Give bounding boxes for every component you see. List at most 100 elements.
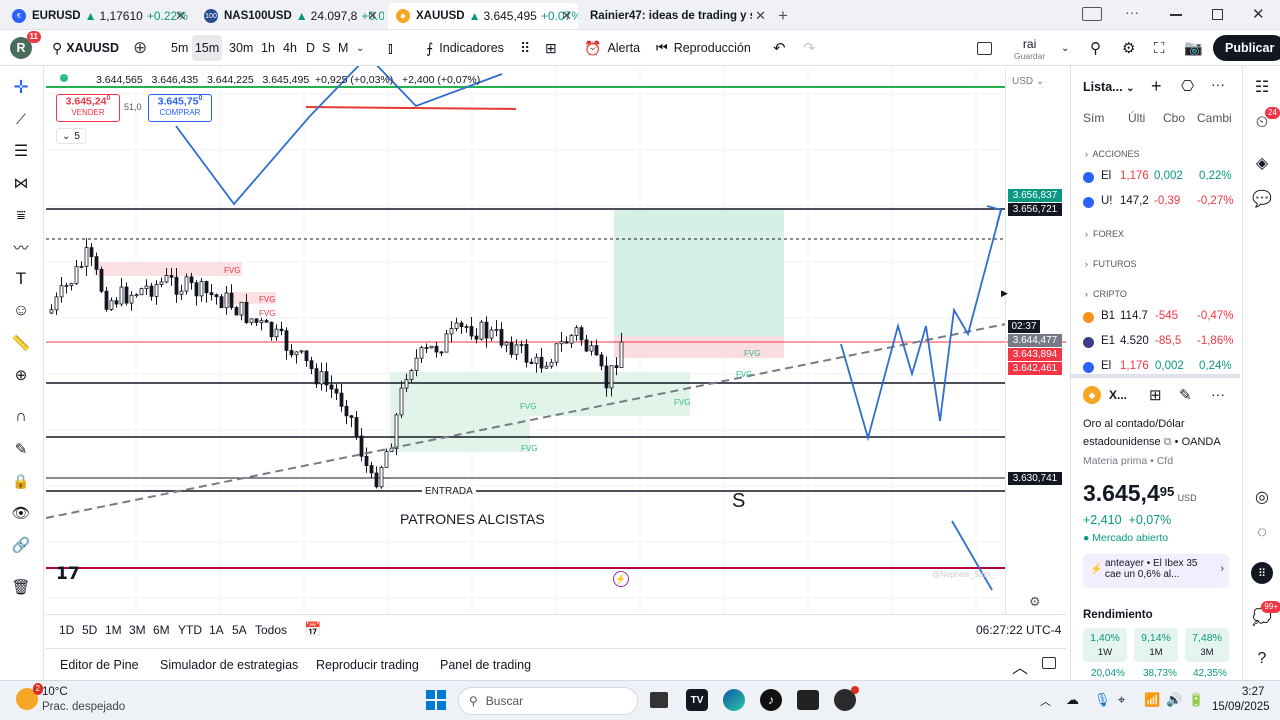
tab-replay-trading[interactable]: Reproducir trading bbox=[316, 658, 419, 672]
watchlist-row[interactable]: E1 4.520 -85,5 -1,86% bbox=[1083, 335, 1240, 355]
watchlist-row[interactable]: El 1,176 0,002 0,22% bbox=[1083, 170, 1240, 190]
ruler-icon[interactable]: 📏 bbox=[10, 332, 32, 354]
edge-browser-icon[interactable] bbox=[723, 689, 745, 711]
wifi-icon[interactable]: 📶 bbox=[1144, 692, 1160, 708]
alert-button[interactable]: ⏰ Alerta bbox=[584, 30, 640, 66]
replay-button[interactable]: ⏮ Reproducción bbox=[656, 30, 751, 66]
weather-sun-icon[interactable]: 2 bbox=[16, 683, 43, 710]
compare-add-icon[interactable]: ⊕ bbox=[133, 30, 147, 66]
taskbar-search[interactable]: ⚲ Buscar bbox=[458, 687, 638, 715]
avatar[interactable]: R 11 bbox=[10, 30, 41, 66]
interval-d[interactable]: D bbox=[306, 30, 315, 66]
emoji-icon[interactable]: ☺ bbox=[10, 300, 32, 322]
maximize-panel-icon[interactable] bbox=[1042, 657, 1056, 669]
horizontal-lines-icon[interactable]: ☰ bbox=[10, 140, 32, 162]
tab-pine-editor[interactable]: Editor de Pine bbox=[60, 658, 139, 672]
tab-layout-icon[interactable] bbox=[1082, 7, 1102, 21]
apps-grid-icon[interactable]: ⠿ bbox=[1251, 562, 1273, 584]
magnet-icon[interactable]: ∩ bbox=[10, 406, 32, 428]
edit-icon[interactable]: ✎ bbox=[1179, 386, 1192, 404]
new-tab-icon[interactable]: + bbox=[778, 6, 788, 26]
range-3m[interactable]: 3M bbox=[129, 623, 146, 637]
location-icon[interactable]: ⌖ bbox=[1118, 692, 1125, 708]
quick-search-icon[interactable]: ⚲ bbox=[1090, 30, 1101, 66]
settings-gear-icon[interactable]: ⚙ bbox=[1122, 30, 1135, 66]
chrome-icon[interactable] bbox=[834, 686, 859, 711]
symbol-search[interactable]: ⚲ XAUUSD bbox=[52, 30, 119, 66]
pattern-icon[interactable]: 〰 bbox=[10, 236, 32, 258]
target-icon[interactable]: ◎ bbox=[1251, 486, 1273, 508]
chevron-down-icon[interactable]: ⌄ bbox=[356, 30, 364, 66]
indicators-toggle[interactable]: ⌄ 5 bbox=[56, 128, 86, 144]
tab-eurusd[interactable]: € EURUSD ▲ 1,17610 +0.22% ✕ bbox=[4, 3, 192, 29]
section-cripto[interactable]: › CRIPTO bbox=[1085, 289, 1127, 299]
interval-5m[interactable]: 5m bbox=[171, 30, 188, 66]
watchlist-icon[interactable]: ☷ bbox=[1251, 76, 1273, 98]
notifications-icon[interactable]: 💭 99+ bbox=[1251, 601, 1280, 628]
trash-icon[interactable]: 🗑 bbox=[10, 576, 32, 598]
templates-icon[interactable]: ⠿ bbox=[520, 30, 530, 66]
pitchfork-icon[interactable]: ⋈ bbox=[10, 172, 32, 194]
range-1a[interactable]: 1A bbox=[209, 623, 224, 637]
crosshair-icon[interactable]: ✛ bbox=[10, 76, 32, 98]
task-view-icon[interactable] bbox=[650, 692, 668, 708]
close-window-icon[interactable]: ✕ bbox=[1252, 5, 1265, 23]
interval-30m[interactable]: 30m bbox=[229, 30, 253, 66]
tab-rainier47[interactable]: Rainier47: ideas de trading y sc ✕ bbox=[582, 3, 772, 29]
more-icon[interactable]: ··· bbox=[1211, 76, 1225, 92]
interval-4h[interactable]: 4h bbox=[283, 30, 297, 66]
watchlist-row[interactable]: El 1,176 0,002 0,24% bbox=[1083, 360, 1240, 374]
lightning-icon[interactable]: ⚡ bbox=[613, 571, 629, 587]
trend-line-icon[interactable]: ⟋ bbox=[10, 108, 32, 130]
fib-icon[interactable]: ⩸ bbox=[10, 204, 32, 226]
chart-area[interactable]: 3.644,565 3.646,435 3.644,225 3.645,495 … bbox=[46, 66, 1066, 614]
temperature[interactable]: 10°C bbox=[42, 686, 68, 698]
publish-button[interactable]: Publicar bbox=[1213, 35, 1280, 61]
weather-status[interactable]: Prac. despejado bbox=[42, 701, 125, 713]
add-symbol-icon[interactable]: + bbox=[1151, 76, 1162, 97]
layers-icon[interactable]: ◈ bbox=[1251, 152, 1273, 174]
ideas-icon[interactable]: ◌ bbox=[1251, 522, 1273, 544]
redo-icon[interactable]: ↷ bbox=[803, 30, 816, 66]
link-icon[interactable]: 🔗 bbox=[10, 534, 32, 556]
layout-grid-icon[interactable]: ⊞ bbox=[545, 30, 557, 66]
range-5d[interactable]: 5D bbox=[82, 623, 97, 637]
chart-canvas[interactable] bbox=[46, 66, 1066, 614]
more-icon[interactable]: ··· bbox=[1125, 4, 1139, 20]
layout-square-icon[interactable] bbox=[977, 30, 992, 66]
clock-time[interactable]: 06:27:22 UTC-4 bbox=[976, 623, 1061, 637]
watchlist-title[interactable]: Lista... ⌄ bbox=[1083, 80, 1134, 94]
eye-icon[interactable]: 👁 bbox=[10, 502, 32, 524]
text-tool-icon[interactable]: T bbox=[10, 268, 32, 290]
windows-start-icon[interactable] bbox=[426, 690, 446, 710]
undo-icon[interactable]: ↶ bbox=[773, 30, 786, 66]
close-tab-icon[interactable]: ✕ bbox=[367, 8, 378, 24]
help-icon[interactable]: ? bbox=[1251, 648, 1273, 670]
chevron-up-icon[interactable]: ︿ bbox=[1040, 693, 1051, 709]
candles-icon[interactable]: ⫾ bbox=[388, 30, 393, 66]
minimize-icon[interactable] bbox=[1170, 14, 1182, 16]
perf-cell[interactable]: 7,48% 3M bbox=[1185, 628, 1229, 662]
close-tab-icon[interactable]: ✕ bbox=[175, 8, 186, 24]
microphone-icon[interactable]: 🎙 bbox=[1094, 692, 1111, 708]
cloud-icon[interactable]: ☁ bbox=[1066, 692, 1079, 708]
range-5a[interactable]: 5A bbox=[232, 623, 247, 637]
clock-time[interactable]: 3:27 bbox=[1242, 686, 1264, 698]
sell-button[interactable]: 3.645,240 VENDER bbox=[56, 94, 120, 122]
zoom-in-icon[interactable]: ⊕ bbox=[10, 364, 32, 386]
section-forex[interactable]: › FOREX bbox=[1085, 229, 1124, 239]
interval-s[interactable]: S bbox=[322, 30, 330, 66]
range-6m[interactable]: 6M bbox=[153, 623, 170, 637]
indicators-button[interactable]: ⨍ Indicadores bbox=[426, 30, 504, 66]
pencil-lock-icon[interactable]: ✎ bbox=[10, 438, 32, 460]
news-card[interactable]: ⚡ anteayer • El Ibex 35 cae un 0,6% al..… bbox=[1083, 554, 1229, 588]
more-icon[interactable]: ··· bbox=[1211, 386, 1225, 402]
tiktok-icon[interactable]: ♪ bbox=[760, 689, 782, 711]
media-app-icon[interactable] bbox=[797, 690, 819, 710]
maximize-icon[interactable] bbox=[1212, 9, 1223, 20]
tab-trading-panel[interactable]: Panel de trading bbox=[440, 658, 531, 672]
chat-icon[interactable]: 💬 bbox=[1251, 188, 1273, 210]
close-tab-icon[interactable]: ✕ bbox=[561, 8, 572, 24]
details-symbol[interactable]: X... bbox=[1109, 388, 1127, 402]
perf-cell[interactable]: 9,14% 1M bbox=[1134, 628, 1178, 662]
